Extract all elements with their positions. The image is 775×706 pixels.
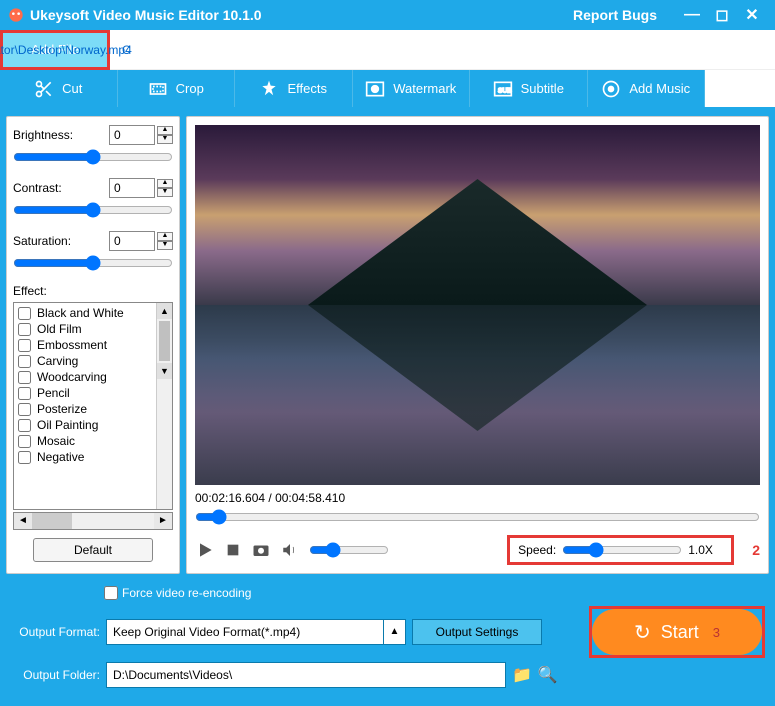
tab-subtitle[interactable]: SUBSubtitle [470, 70, 588, 107]
effect-label: Effect: [13, 284, 173, 298]
tab-effects[interactable]: Effects [235, 70, 353, 107]
saturation-spinner[interactable]: ▲▼ [157, 232, 173, 250]
seek-slider[interactable] [195, 509, 760, 525]
force-reencode-checkbox[interactable]: Force video re-encoding [104, 586, 765, 600]
main-area: Brightness: ▲▼ Contrast: ▲▼ Saturation: … [0, 110, 775, 580]
preview-panel: 00:02:16.604 / 00:04:58.410 Speed: 1.0X … [186, 116, 769, 574]
effect-item[interactable]: Carving [18, 353, 168, 369]
contrast-spinner[interactable]: ▲▼ [157, 179, 173, 197]
play-button[interactable] [195, 540, 215, 560]
effect-item[interactable]: Woodcarving [18, 369, 168, 385]
contrast-input[interactable] [109, 178, 155, 198]
title-bar: Ukeysoft Video Music Editor 10.1.0 Repor… [0, 0, 775, 30]
effect-item[interactable]: Pencil [18, 385, 168, 401]
speed-control-highlight: Speed: 1.0X [507, 535, 734, 565]
saturation-param: Saturation: ▲▼ [13, 231, 173, 276]
output-format-combo[interactable]: ▲ [106, 619, 406, 645]
speed-value: 1.0X [688, 543, 723, 557]
tab-watermark[interactable]: Watermark [353, 70, 471, 107]
effect-hscrollbar[interactable]: ◄► [13, 512, 173, 530]
file-row: Add File C 1 \Users\Administrator\Deskto… [0, 30, 775, 70]
brightness-slider[interactable] [13, 149, 173, 165]
format-row: Output Format: ▲ Output Settings ↻ Start… [10, 606, 765, 658]
effect-item[interactable]: Posterize [18, 401, 168, 417]
browse-folder-icon[interactable]: 📁 [512, 665, 532, 685]
open-folder-icon[interactable]: 🔍 [538, 665, 558, 685]
annotation-3: 3 [713, 625, 720, 640]
chevron-up-icon[interactable]: ▲ [384, 619, 406, 645]
output-format-field[interactable] [106, 619, 384, 645]
effect-item[interactable]: Negative [18, 449, 168, 465]
report-bugs-link[interactable]: Report Bugs [573, 7, 657, 23]
start-button[interactable]: ↻ Start 3 [592, 609, 762, 655]
tab-cut[interactable]: Cut [0, 70, 118, 107]
output-panel: Force video re-encoding Output Format: ▲… [0, 580, 775, 706]
file-path[interactable]: \Users\Administrator\Desktop\Norway.mp4 [0, 43, 132, 57]
player-controls: Speed: 1.0X 2 [195, 535, 760, 565]
output-folder-label: Output Folder: [10, 668, 100, 682]
tab-add-music[interactable]: Add Music [588, 70, 706, 107]
annotation-2: 2 [752, 542, 760, 558]
maximize-button[interactable]: ◻ [707, 5, 737, 25]
video-preview[interactable] [195, 125, 760, 485]
volume-slider[interactable] [309, 542, 389, 558]
brightness-param: Brightness: ▲▼ [13, 125, 173, 170]
contrast-slider[interactable] [13, 202, 173, 218]
brightness-label: Brightness: [13, 128, 109, 142]
default-button[interactable]: Default [33, 538, 153, 562]
effect-item[interactable]: Old Film [18, 321, 168, 337]
subtitle-icon: SUB [493, 79, 513, 99]
output-settings-button[interactable]: Output Settings [412, 619, 542, 645]
effect-item[interactable]: Embossment [18, 337, 168, 353]
effects-panel: Brightness: ▲▼ Contrast: ▲▼ Saturation: … [6, 116, 180, 574]
brightness-spinner[interactable]: ▲▼ [157, 126, 173, 144]
app-title: Ukeysoft Video Music Editor 10.1.0 [30, 7, 573, 23]
output-folder-field[interactable] [106, 662, 506, 688]
snapshot-button[interactable] [251, 541, 271, 559]
saturation-slider[interactable] [13, 255, 173, 271]
contrast-label: Contrast: [13, 181, 109, 195]
music-icon [601, 79, 621, 99]
speed-label: Speed: [518, 543, 556, 557]
effect-item[interactable]: Mosaic [18, 433, 168, 449]
close-button[interactable]: ✕ [737, 5, 767, 25]
speed-slider[interactable] [562, 542, 682, 558]
scissors-icon [34, 79, 54, 99]
time-display: 00:02:16.604 / 00:04:58.410 [195, 491, 760, 505]
tab-bar: Cut Crop Effects Watermark SUBSubtitle A… [0, 70, 775, 110]
folder-row: Output Folder: 📁 🔍 [10, 662, 765, 688]
effect-list: Black and WhiteOld FilmEmbossmentCarving… [13, 302, 173, 510]
saturation-input[interactable] [109, 231, 155, 251]
effects-icon [259, 79, 279, 99]
minimize-button[interactable]: — [677, 6, 707, 24]
force-row: Force video re-encoding [104, 586, 765, 600]
contrast-param: Contrast: ▲▼ [13, 178, 173, 223]
refresh-icon: ↻ [634, 620, 651, 645]
tab-spacer [705, 70, 775, 107]
effect-item[interactable]: Oil Painting [18, 417, 168, 433]
app-logo-icon [8, 7, 24, 23]
tab-crop[interactable]: Crop [118, 70, 236, 107]
svg-text:SUB: SUB [498, 87, 512, 94]
crop-icon [148, 79, 168, 99]
effect-vscrollbar[interactable]: ▲▼ [156, 303, 172, 509]
effect-item[interactable]: Black and White [18, 305, 168, 321]
brightness-input[interactable] [109, 125, 155, 145]
saturation-label: Saturation: [13, 234, 109, 248]
watermark-icon [365, 79, 385, 99]
volume-icon[interactable] [281, 541, 299, 559]
stop-button[interactable] [225, 542, 241, 558]
output-format-label: Output Format: [10, 625, 100, 639]
start-highlight: ↻ Start 3 [589, 606, 765, 658]
